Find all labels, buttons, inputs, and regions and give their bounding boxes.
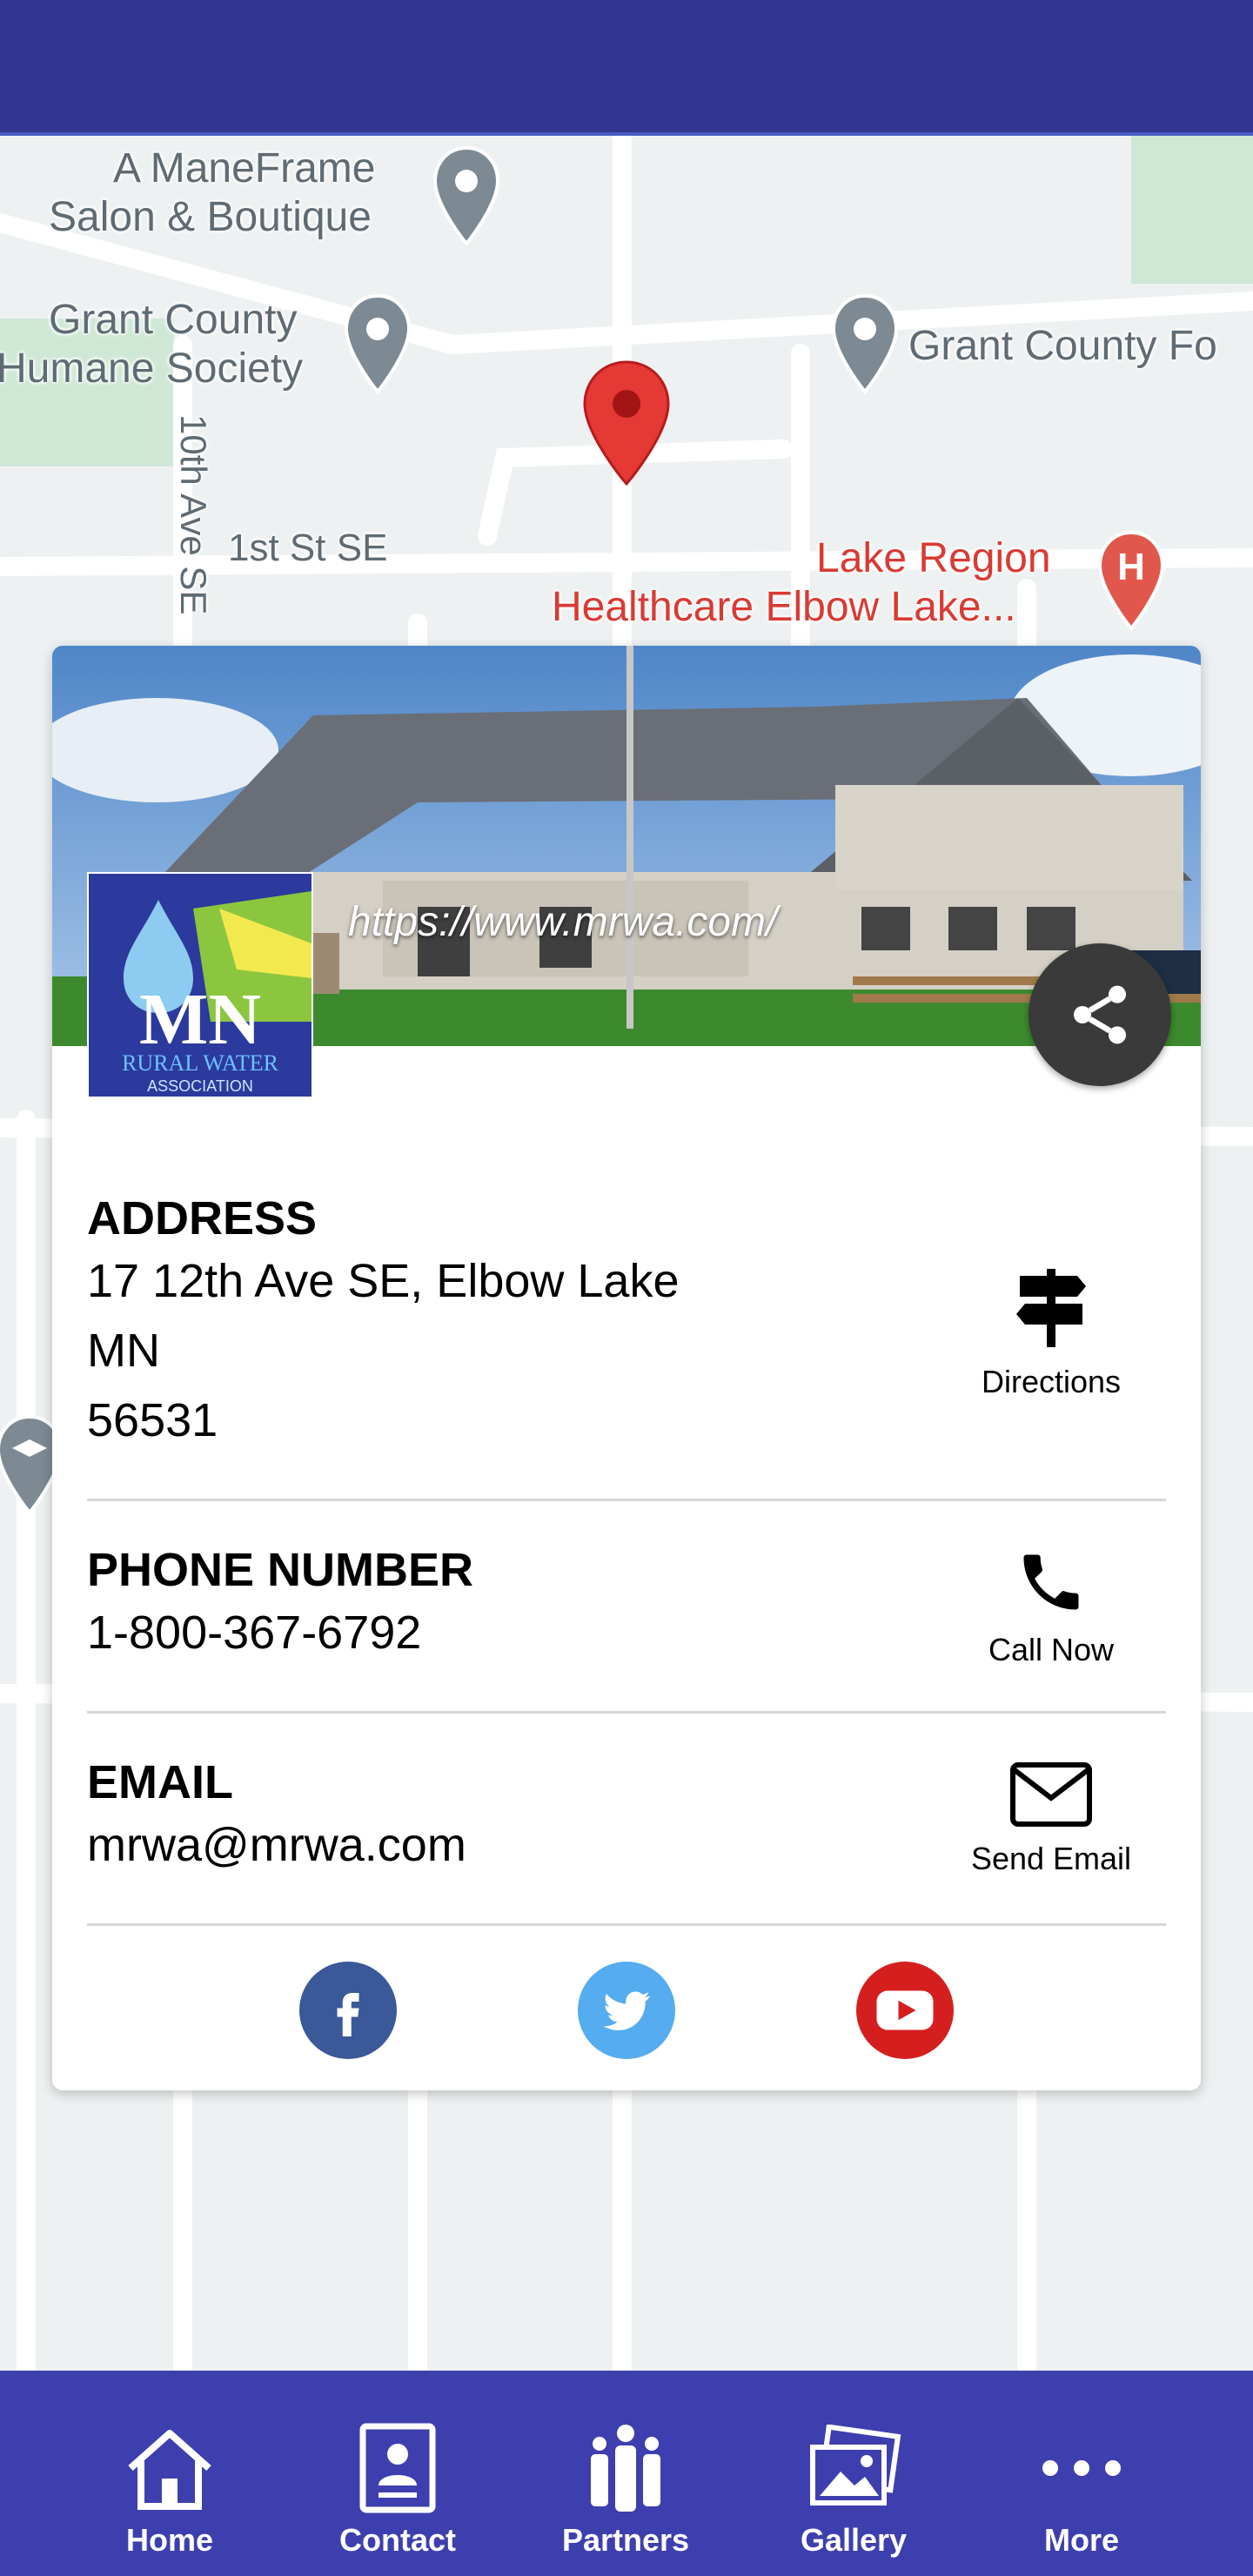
gallery-icon xyxy=(806,2421,901,2515)
divider xyxy=(87,1499,1166,1501)
top-app-bar xyxy=(0,0,1253,136)
send-email-label: Send Email xyxy=(970,1841,1132,1876)
youtube-icon xyxy=(876,1990,934,2030)
directions-label: Directions xyxy=(981,1364,1122,1399)
map-label: Healthcare Elbow Lake... xyxy=(552,584,1016,630)
nav-item-contact[interactable]: Contact xyxy=(284,2371,512,2576)
nav-item-gallery[interactable]: Gallery xyxy=(740,2371,968,2576)
phone-icon xyxy=(1023,1554,1079,1610)
divider xyxy=(87,1711,1166,1714)
contact-icon xyxy=(356,2421,439,2515)
home-icon xyxy=(122,2421,218,2515)
mrwa-logo: MN RURAL WATER ASSOCIATION xyxy=(87,872,313,1098)
youtube-button[interactable] xyxy=(856,1962,954,2059)
nav-label: Partners xyxy=(561,2522,690,2558)
map-label: 1st St SE xyxy=(228,527,388,569)
nav-item-more[interactable]: More xyxy=(968,2371,1196,2576)
envelope-icon xyxy=(1010,1762,1092,1827)
address-heading: ADDRESS xyxy=(87,1192,318,1244)
nav-label: Gallery xyxy=(800,2522,908,2558)
map-label: Humane Society xyxy=(0,345,304,392)
map-label: A ManeFrame xyxy=(113,145,376,191)
nav-label: More xyxy=(1043,2522,1119,2558)
more-icon xyxy=(1038,2421,1125,2515)
website-link[interactable]: https://www.mrwa.com/ xyxy=(348,898,777,946)
signpost-icon xyxy=(1016,1269,1086,1347)
twitter-icon xyxy=(603,1991,650,2030)
facebook-icon xyxy=(337,1993,359,2036)
nav-item-partners[interactable]: Partners xyxy=(512,2371,740,2576)
partners-icon xyxy=(582,2421,669,2515)
share-button[interactable] xyxy=(1029,943,1171,1086)
nav-label: Contact xyxy=(339,2522,456,2558)
logo-subtext: ASSOCIATION xyxy=(147,1077,253,1095)
facebook-button[interactable] xyxy=(299,1962,397,2059)
bottom-navigation: Home Contact Partners Gallery More xyxy=(0,2371,1253,2576)
map-label: Lake Region xyxy=(816,535,1051,581)
logo-text: MN xyxy=(139,979,261,1060)
svg-text:H: H xyxy=(1117,546,1145,588)
call-now-label: Call Now xyxy=(988,1632,1115,1667)
share-icon xyxy=(1074,985,1126,1044)
directions-button[interactable]: Directions xyxy=(947,1264,1156,1400)
business-info-card: MN RURAL WATER ASSOCIATION https://www.m… xyxy=(52,646,1201,2090)
map-label: Grant County xyxy=(49,297,298,343)
nav-label: Home xyxy=(125,2522,214,2558)
logo-subtext: RURAL WATER xyxy=(122,1050,279,1076)
map-label: Salon & Boutique xyxy=(49,194,372,240)
twitter-button[interactable] xyxy=(578,1962,675,2059)
map-label: Grant County Fo xyxy=(908,323,1217,369)
send-email-button[interactable]: Send Email xyxy=(947,1761,1156,1877)
map-label: 10th Ave SE xyxy=(173,414,214,615)
nav-item-home[interactable]: Home xyxy=(56,2371,284,2576)
call-now-button[interactable]: Call Now xyxy=(947,1546,1156,1668)
divider xyxy=(87,1923,1166,1926)
